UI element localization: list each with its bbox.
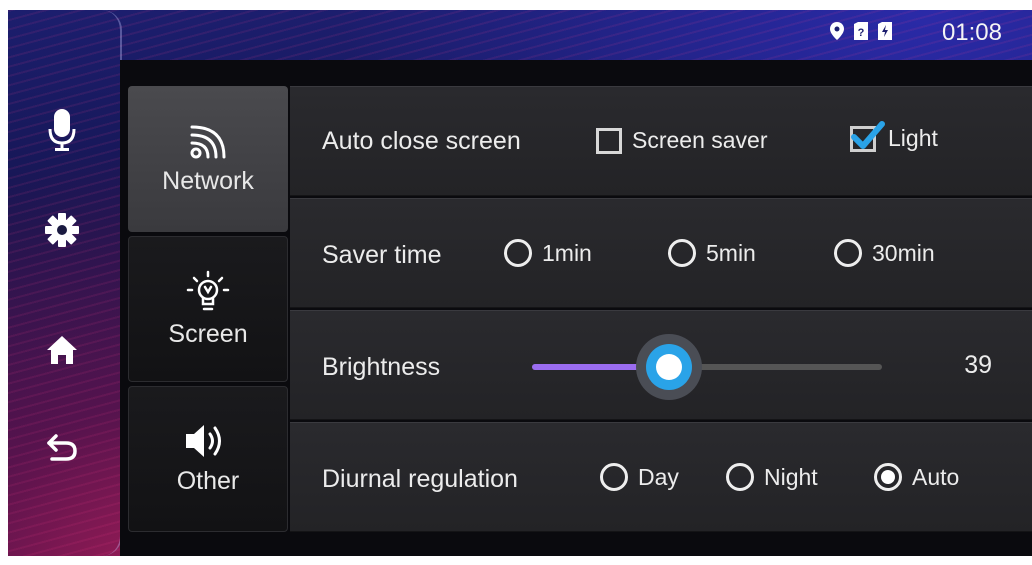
saver-time-row: Saver time 1min 5min 30min (290, 198, 1032, 308)
option-label: 30min (872, 239, 935, 266)
option-label: 1min (542, 239, 592, 266)
side-nav (8, 10, 122, 556)
home-icon (47, 336, 77, 364)
option-label: Auto (912, 463, 960, 490)
wifi-icon (190, 125, 226, 158)
microphone-button[interactable] (44, 109, 80, 151)
car-screen: ? 01:08 Network Screen Other Auto close … (8, 10, 1032, 556)
home-button[interactable] (44, 330, 80, 370)
saver-1min-radio[interactable]: 1min (504, 239, 592, 267)
option-label: Day (638, 463, 679, 490)
brightness-row: Brightness 39 (290, 310, 1032, 420)
radio-circle (726, 463, 754, 491)
checkmark-icon (851, 120, 885, 149)
option-label: Night (764, 463, 818, 490)
screen-saver-label: Screen saver (632, 127, 768, 153)
tab-label: Network (162, 166, 254, 195)
tab-screen[interactable]: Screen (128, 236, 288, 382)
auto-close-label: Auto close screen (322, 127, 521, 155)
light-checkbox[interactable]: Light (850, 120, 938, 152)
back-icon (47, 434, 77, 461)
status-icons: ? (830, 22, 892, 40)
settings-icon (45, 213, 79, 247)
tab-other[interactable]: Other (128, 386, 288, 532)
settings-button[interactable] (44, 210, 80, 250)
settings-tabs: Network Screen Other (128, 86, 288, 532)
status-bar: ? 01:08 (120, 10, 1032, 54)
radio-circle (668, 239, 696, 267)
diurnal-night-radio[interactable]: Night (726, 463, 818, 491)
slider-thumb[interactable] (635, 334, 702, 400)
saver-5min-radio[interactable]: 5min (668, 239, 756, 267)
checkbox-box (596, 127, 622, 154)
sim2-icon (878, 22, 892, 40)
auto-close-row: Auto close screen Screen saver Light (290, 86, 1032, 196)
light-label: Light (888, 125, 938, 151)
option-label: 5min (706, 239, 756, 266)
slider-thumb-core (655, 354, 682, 380)
saver-30min-radio[interactable]: 30min (834, 239, 935, 267)
speaker-icon (186, 424, 221, 457)
diurnal-auto-radio[interactable]: Auto (874, 463, 959, 491)
bulb-icon (186, 270, 230, 310)
checkbox-box-checked (850, 120, 885, 152)
radio-dot (881, 470, 895, 484)
radio-circle (504, 239, 532, 267)
radio-circle (600, 463, 628, 491)
tab-network[interactable]: Network (128, 86, 288, 232)
screen-saver-checkbox[interactable]: Screen saver (596, 127, 768, 154)
tab-label: Screen (168, 319, 248, 348)
settings-content: Auto close screen Screen saver Light Sav (290, 86, 1032, 532)
settings-panel: Network Screen Other Auto close screen S… (120, 60, 1032, 556)
back-button[interactable] (44, 428, 80, 468)
sim1-icon: ? (854, 22, 868, 40)
radio-circle (834, 239, 862, 267)
radio-circle-selected (874, 463, 902, 491)
location-icon (830, 22, 844, 40)
svg-text:?: ? (858, 27, 865, 39)
tab-label: Other (176, 466, 240, 495)
diurnal-row: Diurnal regulation Day Night Auto (290, 422, 1032, 532)
clock: 01:08 (941, 19, 1002, 46)
brightness-slider[interactable] (532, 334, 882, 400)
diurnal-label: Diurnal regulation (322, 465, 518, 493)
microphone-icon (48, 109, 76, 151)
slider-thumb-ring (645, 344, 692, 390)
diurnal-day-radio[interactable]: Day (600, 463, 679, 491)
brightness-value: 39 (964, 351, 992, 379)
saver-time-label: Saver time (322, 241, 442, 269)
brightness-label: Brightness (322, 353, 441, 381)
